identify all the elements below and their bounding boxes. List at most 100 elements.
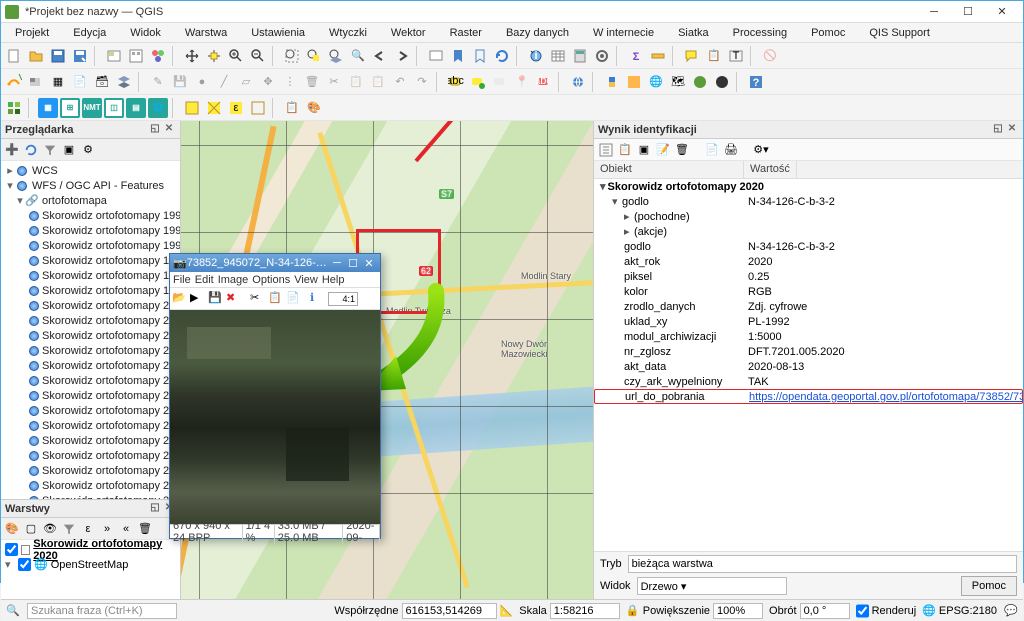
browser-close-button[interactable]: ✕ [162,123,176,137]
tree-year-2008[interactable]: Skorowidz ortofotomapy 2010 [1,448,180,463]
menu-warstwa[interactable]: Warstwa [173,25,239,41]
tree-year-1998[interactable]: Skorowidz ortofotomapy 2000 [1,298,180,313]
menu-pomoc[interactable]: Pomoc [799,25,857,41]
annotation-button[interactable]: 📋 [704,46,724,66]
menu-processing[interactable]: Processing [721,25,799,41]
label-toggle-button[interactable] [468,72,488,92]
layer-skorowidz-checkbox[interactable] [5,543,18,556]
tree-year-1992[interactable]: Skorowidz ortofotomapy 1992 [1,208,180,223]
refresh-button[interactable] [492,46,512,66]
tree-ortofotomapa[interactable]: ▾🔗ortofotomapa [1,193,180,208]
save-as-button[interactable] [70,46,90,66]
layers-collapse-button[interactable]: « [118,521,134,537]
open-project-button[interactable] [26,46,46,66]
plugin-fill-button[interactable]: ▤ [126,98,146,118]
layers-remove-button[interactable]: 🗑 [137,521,153,537]
plugin-nmt-button[interactable]: NMT [82,98,102,118]
ifv-menu-edit[interactable]: Edit [195,274,214,286]
lock-icon[interactable]: 🔒 [626,604,640,618]
menu-edycja[interactable]: Edycja [61,25,118,41]
add-raster-button[interactable] [26,72,46,92]
identify-close-button[interactable]: ✕ [1005,123,1019,137]
layers-float-button[interactable]: ◱ [148,502,162,516]
ifv-delete-button[interactable]: ✖ [226,291,242,307]
tree-year-2000[interactable]: Skorowidz ortofotomapy 2002 [1,328,180,343]
menu-ustawienia[interactable]: Ustawienia [239,25,317,41]
locator-icon[interactable]: 🔍 [5,603,21,619]
layers-style-button[interactable]: 🎨 [4,521,20,537]
menu-bazy-danych[interactable]: Bazy danych [494,25,581,41]
zoom-next-button[interactable] [392,46,412,66]
render-checkbox[interactable] [856,603,869,619]
identify-godlo-top[interactable]: ▾godlo N-34-126-C-b-3-2 [594,194,1023,209]
plugin-grid-button[interactable] [4,98,24,118]
layers-filter-button[interactable] [61,521,77,537]
identify-attr-modul_archiwizacji[interactable]: modul_archiwizacji1:5000 [594,329,1023,344]
paste-style-button[interactable]: 🎨 [304,98,324,118]
ifv-paste-button[interactable]: 📄 [286,291,302,307]
identify-results-table[interactable]: Obiekt Wartość ▾Skorowidz ortofotomapy 2… [594,161,1023,551]
browser-tree[interactable]: ▸WCS ▾WFS / OGC API - Features ▾🔗ortofot… [1,161,180,499]
layers-expand-button[interactable]: » [99,521,115,537]
field-calculator-button[interactable] [570,46,590,66]
text-annotation-button[interactable]: T [726,46,746,66]
new-project-button[interactable] [4,46,24,66]
irfanview-window[interactable]: 📷 73852_945072_N-34-126-C-b-3-2.tif - Ir… [169,253,381,539]
ifv-zoom-input[interactable] [328,292,358,306]
toolbox-button[interactable] [592,46,612,66]
zoom-full-button[interactable] [282,46,302,66]
bookmark-button[interactable] [470,46,490,66]
diagram-button[interactable]: abc [534,72,554,92]
menu-projekt[interactable]: Projekt [3,25,61,41]
add-delimited-button[interactable]: 📄 [70,72,90,92]
menu-w-internecie[interactable]: W internecie [581,25,666,41]
tree-year-1995[interactable]: Skorowidz ortofotomapy 1997 [1,253,180,268]
mag-input[interactable] [713,603,763,619]
scale-input[interactable] [550,603,620,619]
identify-url-row[interactable]: url_do_pobrania https://opendata.geoport… [594,389,1023,404]
layers-visibility-button[interactable]: 👁 [42,521,58,537]
add-spatialite-button[interactable]: 🗃 [92,72,112,92]
identify-form-button[interactable]: 📝 [655,142,671,158]
statistics-button[interactable]: Σ [626,46,646,66]
tree-year-1997[interactable]: Skorowidz ortofotomapy 1999 [1,283,180,298]
maximize-button[interactable]: ☐ [951,2,985,22]
menu-wtyczki[interactable]: Wtyczki [317,25,379,41]
plugin-2-button[interactable]: 🌐 [646,72,666,92]
tree-year-1993[interactable]: Skorowidz ortofotomapy 1995 [1,223,180,238]
ifv-menu-file[interactable]: File [173,274,191,286]
ifv-open-button[interactable]: 📂 [172,291,188,307]
identify-mode-input[interactable] [628,555,1017,573]
menu-widok[interactable]: Widok [118,25,173,41]
tree-year-2007[interactable]: Skorowidz ortofotomapy 2009 [1,433,180,448]
style-manager-button[interactable] [148,46,168,66]
plugin-5-button[interactable] [712,72,732,92]
identify-collapse-button[interactable]: ▣ [636,142,652,158]
pan-to-selection-button[interactable] [204,46,224,66]
identify-attr-piksel[interactable]: piksel0.25 [594,269,1023,284]
identify-attr-godlo[interactable]: godloN-34-126-C-b-3-2 [594,239,1023,254]
ifv-menu-image[interactable]: Image [218,274,249,286]
zoom-out-button[interactable] [248,46,268,66]
browser-float-button[interactable]: ◱ [148,123,162,137]
identify-copy-button[interactable]: 📄 [704,142,720,158]
ifv-copy-button[interactable]: 📋 [268,291,284,307]
identify-settings-button[interactable]: ⚙▾ [753,142,769,158]
browser-refresh-button[interactable] [23,142,39,158]
layout-manager-button[interactable] [126,46,146,66]
select-all-button[interactable] [204,98,224,118]
zoom-last-button[interactable] [370,46,390,66]
save-project-button[interactable] [48,46,68,66]
identify-akcje[interactable]: ▸(akcje) [594,224,1023,239]
close-button[interactable]: ✕ [985,2,1019,22]
attribute-table-button[interactable] [548,46,568,66]
map-tips-button[interactable] [682,46,702,66]
irfanview-image[interactable] [170,310,380,524]
coord-input[interactable] [402,603,497,619]
browser-filter-button[interactable] [42,142,58,158]
new-bookmark-button[interactable] [448,46,468,66]
menu-wektor[interactable]: Wektor [379,25,438,41]
crs-label[interactable]: EPSG:2180 [939,605,997,617]
ifv-info-button[interactable]: ℹ [310,291,326,307]
plugin-3-button[interactable]: 🗺 [668,72,688,92]
